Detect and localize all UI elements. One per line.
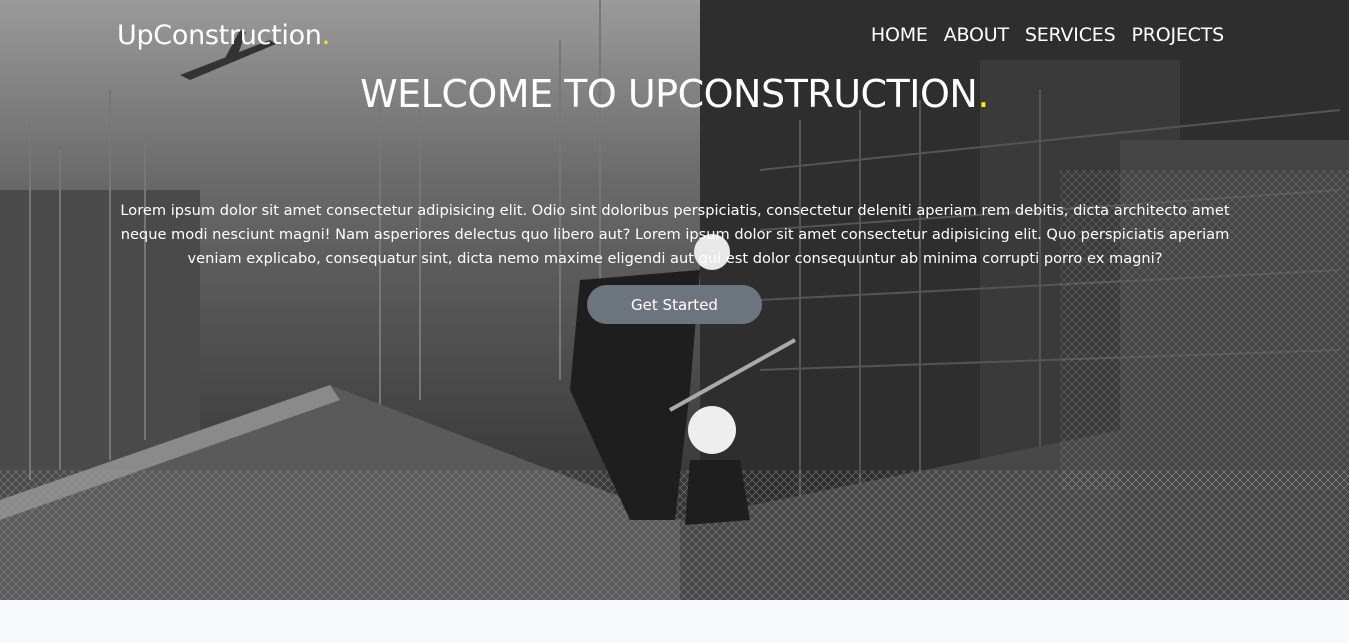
hero-headline: WELCOME TO UPCONSTRUCTION. xyxy=(0,72,1349,116)
next-section xyxy=(0,600,1349,643)
brand-dot: . xyxy=(321,20,331,51)
nav-home-link[interactable]: HOME xyxy=(871,24,928,46)
brand-logo[interactable]: UpConstruction. xyxy=(117,20,330,51)
brand-name: UpConstruction xyxy=(117,20,322,51)
nav-services-link[interactable]: SERVICES xyxy=(1025,24,1116,46)
hero-headline-text: WELCOME TO UPCONSTRUCTION xyxy=(360,72,978,116)
get-started-button[interactable]: Get Started xyxy=(587,285,762,324)
hero-intro-text: Lorem ipsum dolor sit amet consectetur a… xyxy=(120,202,1230,267)
nav-projects-link[interactable]: PROJECTS xyxy=(1131,24,1224,46)
main-nav: HOME ABOUT SERVICES PROJECTS xyxy=(871,24,1224,46)
hero-headline-dot: . xyxy=(977,72,989,116)
hero-section: UpConstruction. HOME ABOUT SERVICES PROJ… xyxy=(0,0,1349,600)
nav-about-link[interactable]: ABOUT xyxy=(944,24,1009,46)
